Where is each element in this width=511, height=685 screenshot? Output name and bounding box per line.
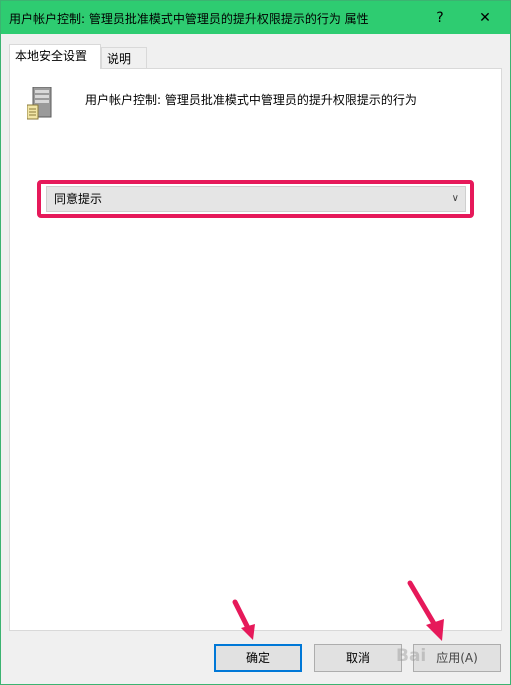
tab-explain[interactable]: 说明 — [101, 47, 147, 69]
tab-local-security-setting[interactable]: 本地安全设置 — [9, 44, 101, 69]
properties-dialog: 用户帐户控制: 管理员批准模式中管理员的提升权限提示的行为 属性 ? ✕ 本地安… — [0, 0, 511, 685]
chevron-down-icon: ∨ — [451, 193, 459, 204]
cancel-button[interactable]: 取消 — [314, 644, 402, 672]
arrow-annotation-ok — [232, 599, 255, 640]
window-title: 用户帐户控制: 管理员批准模式中管理员的提升权限提示的行为 属性 — [9, 12, 369, 26]
tab-strip: 本地安全设置 说明 — [9, 44, 147, 69]
tab-panel: 用户帐户控制: 管理员批准模式中管理员的提升权限提示的行为 同意提示 ∨ — [9, 68, 502, 631]
policy-description: 用户帐户控制: 管理员批准模式中管理员的提升权限提示的行为 — [85, 93, 417, 107]
ok-button[interactable]: 确定 — [214, 644, 302, 672]
selected-option: 同意提示 — [54, 192, 103, 206]
prompt-behavior-select[interactable]: 同意提示 ∨ — [46, 186, 466, 212]
title-bar: 用户帐户控制: 管理员批准模式中管理员的提升权限提示的行为 属性 ? ✕ — [1, 1, 510, 34]
server-icon — [27, 87, 52, 120]
apply-button[interactable]: 应用(A) — [413, 644, 501, 672]
arrow-annotation-apply — [407, 580, 444, 641]
close-button[interactable]: ✕ — [463, 1, 507, 34]
help-button[interactable]: ? — [418, 1, 462, 34]
